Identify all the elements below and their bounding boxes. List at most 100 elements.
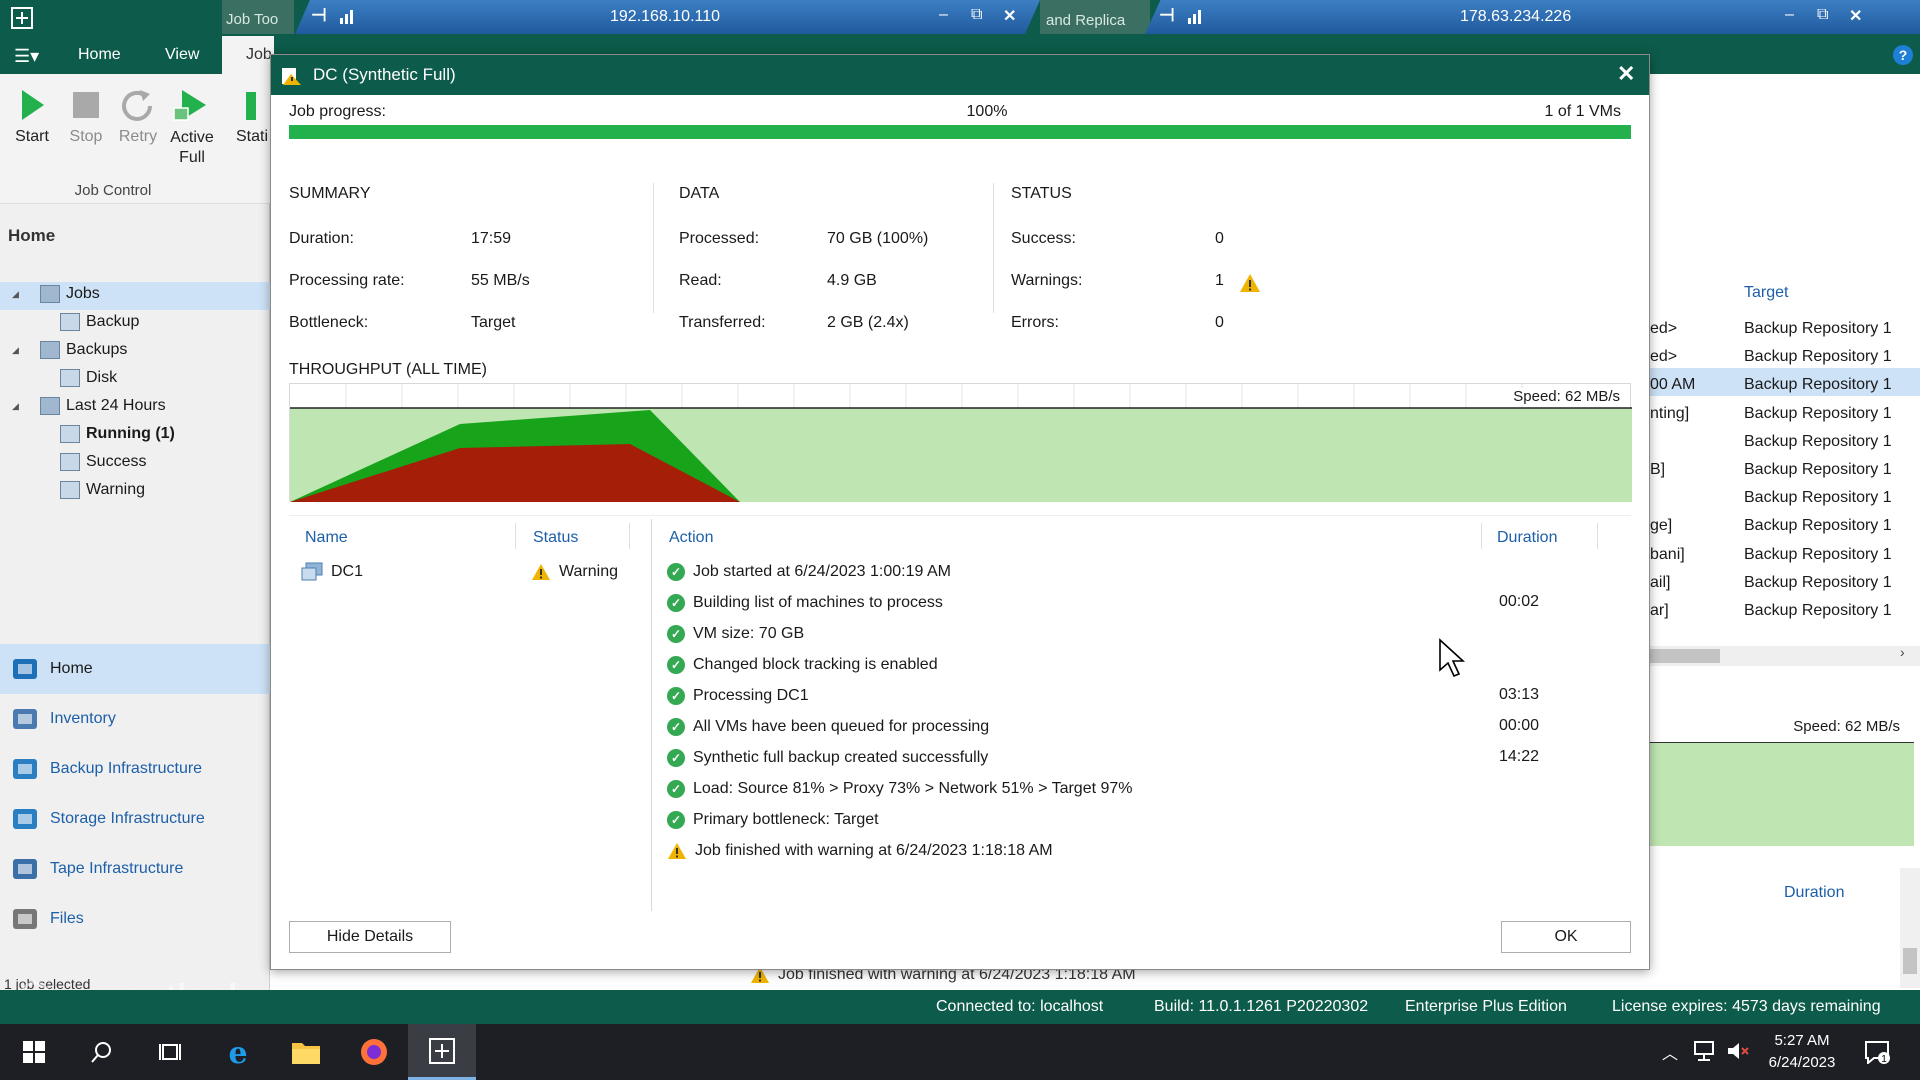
action-column-header[interactable]: Action xyxy=(669,529,713,547)
vm-row[interactable]: DC1 xyxy=(301,560,363,584)
nav-item-files[interactable]: Files xyxy=(0,896,270,942)
nav-item-backup-infrastructure[interactable]: Backup Infrastructure xyxy=(0,746,270,792)
tab-job[interactable]: Job xyxy=(222,36,274,74)
background-row-target[interactable]: Backup Repository 1 xyxy=(1744,316,1892,342)
tree-item-warning[interactable]: Warning xyxy=(60,478,145,502)
hide-details-button[interactable]: Hide Details xyxy=(289,921,451,953)
minimize-icon[interactable]: – xyxy=(939,6,948,24)
horizontal-scrollbar[interactable]: › xyxy=(1648,644,1920,666)
remote-bar-1[interactable]: ⊣ 192.168.10.110 – ⧉ ✕ xyxy=(295,0,1040,34)
background-duration-header[interactable]: Duration xyxy=(1784,884,1844,902)
expand-arrow-icon[interactable]: ◢ xyxy=(12,289,34,300)
stop-button[interactable]: Stop xyxy=(64,88,108,146)
tree-item-backup[interactable]: Backup xyxy=(60,310,139,334)
background-row-target[interactable]: Backup Repository 1 xyxy=(1744,570,1892,596)
background-row-partial[interactable]: ed> xyxy=(1650,316,1677,342)
tree-item-disk[interactable]: Disk xyxy=(60,366,117,390)
tree-item-backups[interactable]: ◢ Backups xyxy=(12,338,127,362)
background-row-target[interactable]: Backup Repository 1 xyxy=(1744,429,1892,455)
internet-explorer-icon[interactable]: e xyxy=(204,1024,272,1080)
vertical-scrollbar[interactable] xyxy=(1900,868,1920,988)
background-row-target[interactable]: Backup Repository 1 xyxy=(1744,485,1892,511)
expand-arrow-icon[interactable]: ◢ xyxy=(12,401,34,412)
tree-item-success[interactable]: Success xyxy=(60,450,146,474)
background-speed-label: Speed: 62 MB/s xyxy=(1793,718,1900,735)
background-row-partial[interactable]: ge] xyxy=(1650,513,1672,539)
nav-item-label: Tape Infrastructure xyxy=(50,860,184,877)
tree-item-label: Last 24 Hours xyxy=(66,397,166,414)
nav-item-home[interactable]: Home xyxy=(0,646,270,692)
background-row-target[interactable]: Backup Repository 1 xyxy=(1744,513,1892,539)
background-row-partial[interactable]: nting] xyxy=(1650,401,1689,427)
background-row-partial[interactable]: ar] xyxy=(1650,598,1669,624)
tree-item-label: Backup xyxy=(86,313,140,330)
nav-item-storage-infrastructure[interactable]: Storage Infrastructure xyxy=(0,796,270,842)
dialog-title-bar[interactable]: DC (Synthetic Full) ✕ xyxy=(271,55,1649,95)
expand-arrow-icon[interactable]: ◢ xyxy=(12,345,34,356)
target-column-header[interactable]: Target xyxy=(1744,284,1788,302)
status-column-header[interactable]: Status xyxy=(533,529,578,547)
nav-item-label: Home xyxy=(50,660,93,677)
restore-icon[interactable]: ⧉ xyxy=(1817,6,1828,24)
tab-home[interactable]: Home xyxy=(78,46,121,64)
tab-view[interactable]: View xyxy=(165,46,199,64)
close-icon[interactable]: ✕ xyxy=(1849,6,1862,26)
nav-item-inventory[interactable]: Inventory xyxy=(0,696,270,742)
dialog-close-icon[interactable]: ✕ xyxy=(1617,61,1635,87)
background-row-target[interactable]: Backup Repository 1 xyxy=(1744,344,1892,370)
search-icon[interactable] xyxy=(68,1024,136,1080)
tray-chevron-icon[interactable]: ︿ xyxy=(1662,1040,1678,1064)
warning-icon xyxy=(1240,274,1260,292)
active-full-button[interactable]: Active Full xyxy=(166,88,218,168)
background-row-target[interactable]: Backup Repository 1 xyxy=(1744,598,1892,624)
divider xyxy=(993,183,994,313)
volume-muted-icon[interactable] xyxy=(1726,1040,1750,1062)
retry-label: Retry xyxy=(118,128,158,145)
tree-item-running-1[interactable]: Running (1) xyxy=(60,422,175,446)
scrollbar-thumb[interactable] xyxy=(1650,649,1720,663)
menu-icon[interactable]: ☰▾ xyxy=(14,46,39,67)
tree-item-jobs[interactable]: ◢ Jobs xyxy=(12,282,100,306)
veeam-console-icon[interactable] xyxy=(408,1024,476,1080)
statistics-button[interactable]: Stati xyxy=(236,88,272,146)
restore-icon[interactable]: ⧉ xyxy=(971,6,982,24)
start-button[interactable]: Start xyxy=(12,88,52,146)
background-row-partial[interactable]: bani] xyxy=(1650,542,1685,568)
background-row-target[interactable]: Backup Repository 1 xyxy=(1744,457,1892,483)
status-stat-value: 0 xyxy=(1215,314,1224,331)
pin-icon[interactable]: ⊣ xyxy=(1159,5,1175,26)
minimize-icon[interactable]: – xyxy=(1785,6,1794,24)
background-row-partial[interactable]: B] xyxy=(1650,457,1665,483)
file-explorer-icon[interactable] xyxy=(272,1024,340,1080)
retry-button[interactable]: Retry xyxy=(116,88,160,146)
network-icon[interactable] xyxy=(1692,1040,1716,1062)
taskbar-clock[interactable]: 5:27 AM 6/24/2023 xyxy=(1760,1030,1844,1074)
notifications-icon[interactable]: 1 xyxy=(1864,1040,1890,1064)
divider xyxy=(653,183,654,313)
task-view-icon[interactable] xyxy=(136,1024,204,1080)
data-stat-value: 70 GB (100%) xyxy=(827,230,929,247)
background-row-target[interactable]: Backup Repository 1 xyxy=(1744,401,1892,427)
firefox-icon[interactable] xyxy=(340,1024,408,1080)
vertical-scrollbar-thumb[interactable] xyxy=(1903,948,1917,974)
close-icon[interactable]: ✕ xyxy=(1003,6,1016,26)
nav-item-label: Backup Infrastructure xyxy=(50,760,203,777)
duration-column-header[interactable]: Duration xyxy=(1497,529,1557,547)
job-tools-tab[interactable]: Job Too xyxy=(222,0,294,34)
background-row-partial[interactable]: ail] xyxy=(1650,570,1670,596)
success-check-icon: ✓ xyxy=(667,718,685,736)
help-icon[interactable]: ? xyxy=(1892,44,1914,66)
summary-stat-label: Duration: xyxy=(289,230,354,247)
pin-icon[interactable]: ⊣ xyxy=(311,5,327,26)
nav-item-tape-infrastructure[interactable]: Tape Infrastructure xyxy=(0,846,270,892)
name-column-header[interactable]: Name xyxy=(305,529,348,547)
remote-bar-2[interactable]: ⊣ 178.63.234.226 – ⧉ ✕ xyxy=(1145,0,1920,34)
tree-item-last-24-hours[interactable]: ◢ Last 24 Hours xyxy=(12,394,166,418)
background-row-target[interactable]: Backup Repository 1 xyxy=(1744,542,1892,568)
background-row-partial[interactable]: 00 AM xyxy=(1650,372,1695,398)
ok-button[interactable]: OK xyxy=(1501,921,1631,953)
background-row-partial[interactable]: ed> xyxy=(1650,344,1677,370)
windows-start-icon[interactable] xyxy=(0,1024,68,1080)
background-row-target[interactable]: Backup Repository 1 xyxy=(1744,372,1892,398)
scroll-right-icon[interactable]: › xyxy=(1900,644,1905,660)
